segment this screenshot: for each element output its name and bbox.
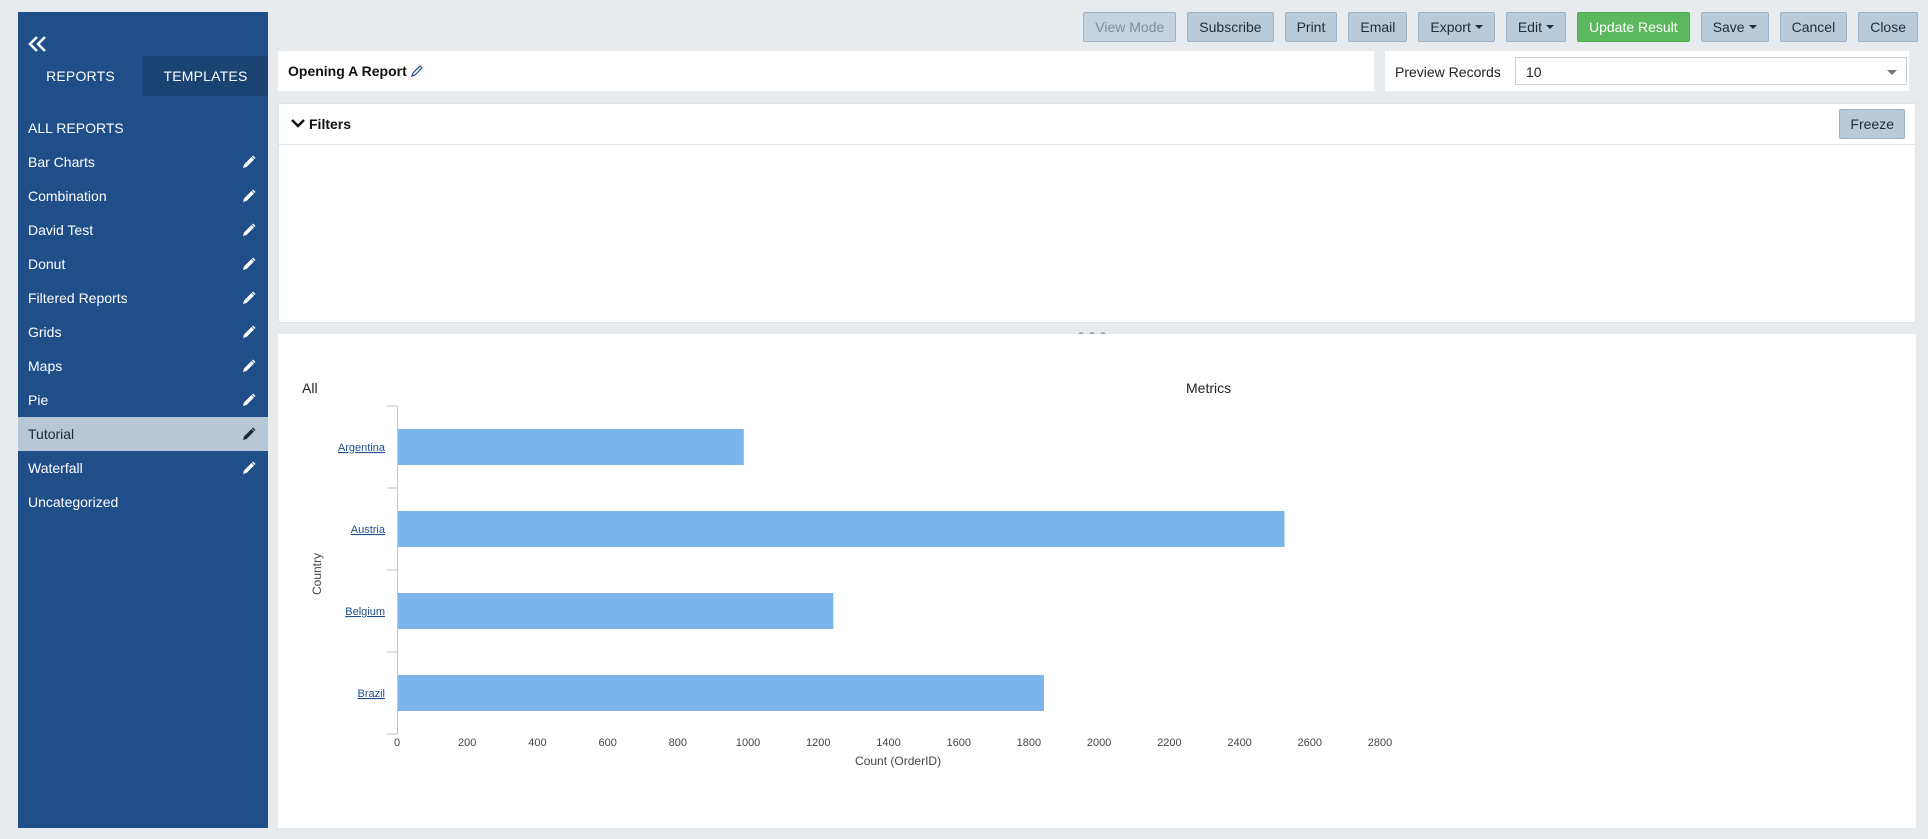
edit-title-pencil-icon[interactable] bbox=[410, 64, 424, 78]
sidebar-item-filtered-reports[interactable]: Filtered Reports bbox=[18, 281, 268, 315]
sidebar: REPORTS TEMPLATES ALL REPORTS Bar Charts… bbox=[18, 12, 268, 828]
sidebar-item-label: Filtered Reports bbox=[28, 290, 128, 306]
filters-panel: Filters Freeze bbox=[278, 103, 1916, 323]
edit-label: Edit bbox=[1517, 19, 1542, 35]
sidebar-item-label: Bar Charts bbox=[28, 154, 95, 170]
x-tick-label: 1000 bbox=[736, 737, 760, 749]
export-button[interactable]: Export bbox=[1418, 12, 1495, 42]
pencil-icon[interactable] bbox=[242, 359, 256, 373]
pencil-icon[interactable] bbox=[242, 325, 256, 339]
update-result-button[interactable]: Update Result bbox=[1576, 12, 1690, 42]
sidebar-item-label: Waterfall bbox=[28, 460, 83, 476]
sidebar-item-label: David Test bbox=[28, 222, 94, 238]
sidebar-item-combination[interactable]: Combination bbox=[18, 179, 268, 213]
category-label-austria[interactable]: Austria bbox=[351, 524, 386, 536]
preview-records-label: Preview Records bbox=[1395, 64, 1501, 80]
bar-brazil bbox=[398, 675, 1044, 711]
pencil-icon[interactable] bbox=[242, 257, 256, 271]
tab-reports[interactable]: REPORTS bbox=[18, 56, 143, 96]
x-tick-label: 800 bbox=[669, 737, 687, 749]
sidebar-item-label: Tutorial bbox=[28, 426, 75, 442]
sidebar-item-waterfall[interactable]: Waterfall bbox=[18, 451, 268, 485]
report-title: Opening A Report bbox=[288, 63, 407, 79]
all-reports-link[interactable]: ALL REPORTS bbox=[18, 111, 268, 145]
x-tick-label: 400 bbox=[528, 737, 546, 749]
export-label: Export bbox=[1430, 19, 1471, 35]
x-tick-label: 1200 bbox=[806, 737, 830, 749]
bar-belgium bbox=[398, 593, 834, 629]
subscribe-button[interactable]: Subscribe bbox=[1187, 12, 1274, 42]
save-button[interactable]: Save bbox=[1700, 12, 1769, 42]
edit-button[interactable]: Edit bbox=[1505, 12, 1566, 42]
collapse-sidebar-icon[interactable] bbox=[26, 20, 66, 60]
category-label-belgium[interactable]: Belgium bbox=[345, 606, 385, 618]
category-label-argentina[interactable]: Argentina bbox=[338, 442, 386, 454]
x-axis-title: Count (OrderID) bbox=[855, 754, 941, 768]
chart-panel: All Metrics Argentina Austria Belgium Brazi… bbox=[278, 334, 1916, 828]
cancel-button[interactable]: Cancel bbox=[1779, 12, 1848, 42]
sidebar-item-label: Pie bbox=[28, 392, 49, 408]
sidebar-item-label: Combination bbox=[28, 188, 107, 204]
bar-chart: Argentina Austria Belgium Brazil 0 200 400 600 8… bbox=[310, 405, 1392, 768]
bar-austria bbox=[398, 511, 1285, 547]
sidebar-item-david-test[interactable]: David Test bbox=[18, 213, 268, 247]
x-tick-label: 2400 bbox=[1227, 737, 1251, 749]
panel-resize-handle[interactable] bbox=[1078, 325, 1114, 338]
close-button[interactable]: Close bbox=[1858, 12, 1918, 42]
filters-header[interactable]: Filters Freeze bbox=[279, 104, 1915, 145]
toolbar: View Mode Subscribe Print Email Export E… bbox=[1083, 12, 1918, 42]
chevron-down-icon bbox=[1887, 70, 1897, 75]
x-tick-label: 1400 bbox=[876, 737, 900, 749]
chevron-down-icon[interactable] bbox=[291, 118, 305, 128]
y-axis-title: Country bbox=[310, 553, 324, 595]
freeze-button[interactable]: Freeze bbox=[1839, 109, 1905, 139]
pencil-icon[interactable] bbox=[242, 223, 256, 237]
category-list: ALL REPORTS Bar Charts Combination David T… bbox=[18, 112, 268, 519]
sidebar-item-uncategorized[interactable]: Uncategorized bbox=[18, 485, 268, 519]
caret-down-icon bbox=[1748, 25, 1757, 29]
pencil-icon[interactable] bbox=[242, 189, 256, 203]
filters-title: Filters bbox=[309, 116, 352, 132]
sidebar-item-grids[interactable]: Grids bbox=[18, 315, 268, 349]
sidebar-item-tutorial[interactable]: Tutorial bbox=[18, 417, 268, 451]
sidebar-item-label: Maps bbox=[28, 358, 63, 374]
bar-argentina bbox=[398, 429, 744, 465]
pencil-icon[interactable] bbox=[242, 155, 256, 169]
x-tick-label: 600 bbox=[598, 737, 616, 749]
sidebar-item-bar-charts[interactable]: Bar Charts bbox=[18, 145, 268, 179]
sidebar-item-label: Donut bbox=[28, 256, 66, 272]
pencil-icon[interactable] bbox=[242, 393, 256, 407]
report-title-panel: Opening A Report bbox=[278, 51, 1374, 91]
sidebar-item-pie[interactable]: Pie bbox=[18, 383, 268, 417]
x-tick-label: 2600 bbox=[1298, 737, 1322, 749]
sidebar-item-maps[interactable]: Maps bbox=[18, 349, 268, 383]
pencil-icon[interactable] bbox=[242, 427, 256, 441]
x-tick-label: 2800 bbox=[1368, 737, 1392, 749]
x-tick-label: 2200 bbox=[1157, 737, 1181, 749]
x-tick-label: 1600 bbox=[946, 737, 970, 749]
x-tick-label: 2000 bbox=[1087, 737, 1111, 749]
pencil-icon[interactable] bbox=[242, 461, 256, 475]
save-label: Save bbox=[1712, 19, 1745, 35]
x-tick-label: 0 bbox=[394, 737, 400, 749]
email-button[interactable]: Email bbox=[1348, 12, 1408, 42]
caret-down-icon bbox=[1474, 25, 1483, 29]
view-mode-button[interactable]: View Mode bbox=[1083, 12, 1177, 42]
preview-records-panel: Preview Records 10 bbox=[1385, 51, 1909, 91]
preview-records-value: 10 bbox=[1526, 64, 1542, 80]
tab-templates[interactable]: TEMPLATES bbox=[143, 56, 268, 96]
pencil-icon[interactable] bbox=[242, 291, 256, 305]
x-tick-label: 1800 bbox=[1017, 737, 1041, 749]
print-button[interactable]: Print bbox=[1284, 12, 1338, 42]
sidebar-item-label: Grids bbox=[28, 324, 62, 340]
category-label-brazil[interactable]: Brazil bbox=[357, 688, 385, 700]
x-tick-label: 200 bbox=[458, 737, 476, 749]
sidebar-item-donut[interactable]: Donut bbox=[18, 247, 268, 281]
sidebar-tabs: REPORTS TEMPLATES bbox=[18, 56, 268, 96]
preview-records-select[interactable]: 10 bbox=[1515, 57, 1907, 85]
caret-down-icon bbox=[1545, 25, 1554, 29]
sidebar-item-label: Uncategorized bbox=[28, 494, 119, 510]
